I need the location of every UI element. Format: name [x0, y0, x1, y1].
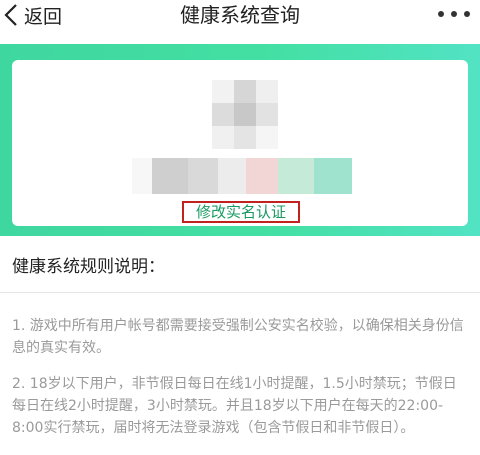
profile-card: 修改实名认证 — [12, 60, 468, 226]
rule-item-1: 1. 游戏中所有用户帐号都需要接受强制公安实名校验，以确保相关身份信息的真实有效… — [12, 318, 464, 356]
profile-banner: 修改实名认证 — [0, 44, 480, 236]
edit-real-name-link[interactable]: 修改实名认证 — [182, 201, 300, 223]
app-header: 返回 健康系统查询 — [0, 0, 480, 44]
rule-item-2: 2. 18岁以下用户，非节假日每日在线1小时提醒，1.5小时禁玩；节假日每日在线… — [12, 376, 457, 436]
divider — [0, 292, 480, 293]
more-dots-icon[interactable] — [438, 9, 470, 19]
avatar — [212, 80, 278, 150]
name-blurred — [132, 158, 352, 194]
page-title: 健康系统查询 — [180, 3, 300, 27]
rules-heading: 健康系统规则说明： — [12, 257, 165, 277]
